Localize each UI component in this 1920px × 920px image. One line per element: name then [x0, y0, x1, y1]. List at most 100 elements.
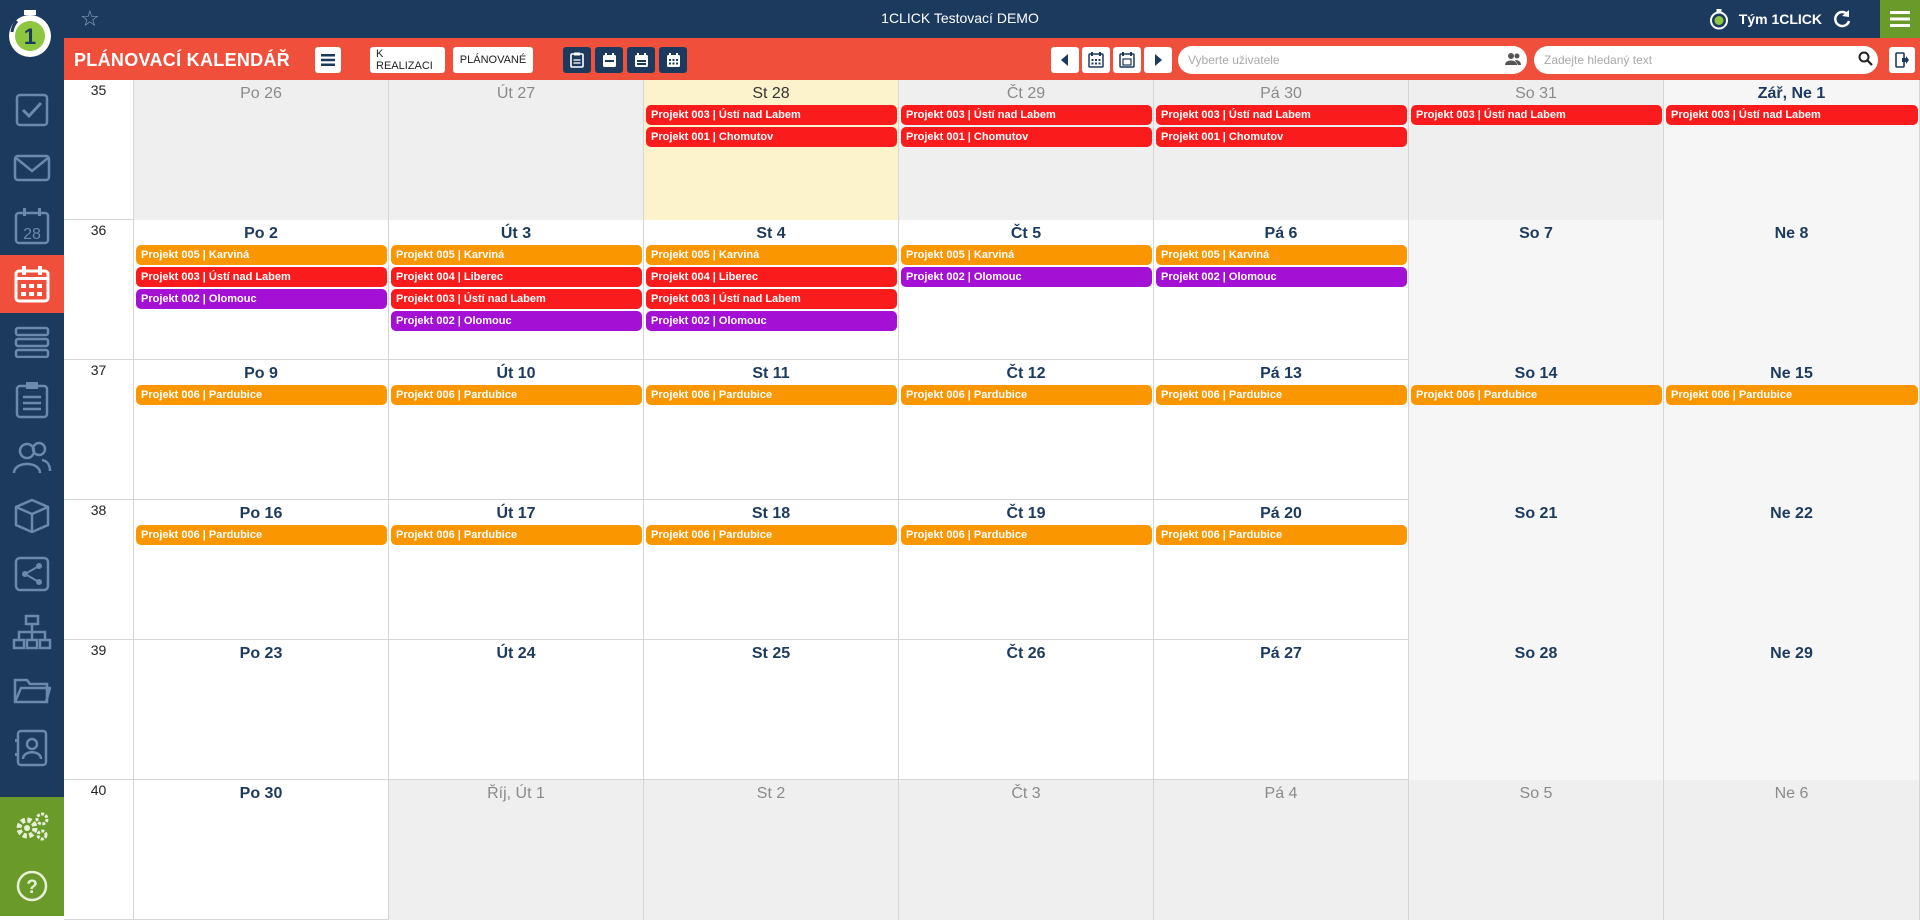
day-label[interactable]: St 4: [644, 220, 898, 245]
calendar-event[interactable]: Projekt 003 | Ústí nad Labem: [646, 289, 897, 309]
calendar-event[interactable]: Projekt 001 | Chomutov: [1156, 127, 1407, 147]
calendar-event[interactable]: Projekt 003 | Ústí nad Labem: [1411, 105, 1662, 125]
search-input[interactable]: [1534, 46, 1878, 74]
day-cell[interactable]: Čt 29 Projekt 003 | Ústí nad Labem Projekt…: [899, 80, 1154, 220]
calendar-event[interactable]: Projekt 006 | Pardubice: [1156, 525, 1407, 545]
sidebar-item-products[interactable]: [0, 487, 64, 545]
day-label[interactable]: Zář, Ne 1: [1664, 80, 1919, 105]
sidebar-item-mail[interactable]: [0, 139, 64, 197]
calendar-event[interactable]: Projekt 006 | Pardubice: [646, 385, 897, 405]
team-label[interactable]: Tým 1CLICK: [1739, 11, 1822, 27]
refresh-icon[interactable]: [1832, 9, 1852, 29]
day-label[interactable]: Čt 5: [899, 220, 1153, 245]
sidebar-item-organization[interactable]: [0, 603, 64, 661]
calendar-event[interactable]: Projekt 006 | Pardubice: [136, 525, 387, 545]
hamburger-menu-button[interactable]: [1880, 0, 1920, 38]
view-week-button[interactable]: [627, 47, 655, 73]
day-label[interactable]: Po 26: [134, 80, 388, 105]
calendar-event[interactable]: Projekt 003 | Ústí nad Labem: [1666, 105, 1918, 125]
day-cell[interactable]: Ne 15 Projekt 006 | Pardubice: [1664, 360, 1920, 500]
day-label[interactable]: Pá 27: [1154, 640, 1408, 665]
view-month-button[interactable]: [659, 47, 687, 73]
day-cell[interactable]: So 28: [1409, 640, 1664, 780]
day-cell[interactable]: Ne 8: [1664, 220, 1920, 360]
calendar-event[interactable]: Projekt 002 | Olomouc: [391, 311, 642, 331]
day-cell[interactable]: So 31 Projekt 003 | Ústí nad Labem: [1409, 80, 1664, 220]
view-menu-button[interactable]: [315, 47, 341, 73]
day-cell[interactable]: Po 26: [134, 80, 389, 220]
day-cell[interactable]: Po 16 Projekt 006 | Pardubice: [134, 500, 389, 640]
day-label[interactable]: Ne 22: [1664, 500, 1919, 525]
day-cell[interactable]: St 4 Projekt 005 | Karviná Projekt 004 | L…: [644, 220, 899, 360]
day-label[interactable]: St 25: [644, 640, 898, 665]
day-cell[interactable]: Po 9 Projekt 006 | Pardubice: [134, 360, 389, 500]
team-switcher[interactable]: Tým 1CLICK: [1709, 7, 1852, 31]
day-cell[interactable]: Pá 27: [1154, 640, 1409, 780]
calendar-event[interactable]: Projekt 006 | Pardubice: [646, 525, 897, 545]
day-cell[interactable]: Čt 19 Projekt 006 | Pardubice: [899, 500, 1154, 640]
day-cell[interactable]: Po 30: [134, 780, 389, 920]
favorite-star-icon[interactable]: ☆: [80, 6, 100, 32]
calendar-event[interactable]: Projekt 002 | Olomouc: [646, 311, 897, 331]
day-cell[interactable]: Pá 4: [1154, 780, 1409, 920]
day-cell[interactable]: Ne 6: [1664, 780, 1920, 920]
filter-k-realizaci-button[interactable]: K REALIZACI: [370, 47, 445, 73]
day-label[interactable]: Út 24: [389, 640, 643, 665]
sidebar-item-calendar[interactable]: 28: [0, 197, 64, 255]
day-cell[interactable]: Ne 22: [1664, 500, 1920, 640]
calendar-event[interactable]: Projekt 001 | Chomutov: [646, 127, 897, 147]
calendar-event[interactable]: Projekt 005 | Karviná: [136, 245, 387, 265]
day-label[interactable]: St 11: [644, 360, 898, 385]
day-label[interactable]: Pá 6: [1154, 220, 1408, 245]
day-cell[interactable]: Čt 5 Projekt 005 | Karviná Projekt 002 | O…: [899, 220, 1154, 360]
day-label[interactable]: Čt 26: [899, 640, 1153, 665]
day-label[interactable]: Čt 29: [899, 80, 1153, 105]
date-picker-button[interactable]: [1113, 47, 1141, 73]
previous-button[interactable]: [1051, 47, 1079, 73]
calendar-event[interactable]: Projekt 004 | Liberec: [391, 267, 642, 287]
day-cell[interactable]: St 18 Projekt 006 | Pardubice: [644, 500, 899, 640]
day-cell[interactable]: Út 10 Projekt 006 | Pardubice: [389, 360, 644, 500]
app-logo[interactable]: 1: [0, 0, 64, 80]
day-cell[interactable]: Ne 29: [1664, 640, 1920, 780]
calendar-event[interactable]: Projekt 003 | Ústí nad Labem: [136, 267, 387, 287]
calendar-event[interactable]: Projekt 006 | Pardubice: [901, 525, 1152, 545]
stopwatch-icon[interactable]: [1709, 8, 1729, 30]
day-label[interactable]: Pá 30: [1154, 80, 1408, 105]
day-label[interactable]: St 28: [644, 80, 898, 105]
sidebar-item-clipboard[interactable]: [0, 371, 64, 429]
day-label[interactable]: So 5: [1409, 780, 1663, 805]
calendar-event[interactable]: Projekt 003 | Ústí nad Labem: [1156, 105, 1407, 125]
day-label[interactable]: Ne 8: [1664, 220, 1919, 245]
day-cell[interactable]: So 21: [1409, 500, 1664, 640]
calendar-event[interactable]: Projekt 005 | Karviná: [901, 245, 1152, 265]
day-cell[interactable]: Pá 20 Projekt 006 | Pardubice: [1154, 500, 1409, 640]
calendar-event[interactable]: Projekt 004 | Liberec: [646, 267, 897, 287]
day-label[interactable]: St 18: [644, 500, 898, 525]
calendar-event[interactable]: Projekt 006 | Pardubice: [1666, 385, 1918, 405]
day-cell[interactable]: Út 27: [389, 80, 644, 220]
sidebar-item-users[interactable]: [0, 429, 64, 487]
day-label[interactable]: So 7: [1409, 220, 1663, 245]
sidebar-item-list[interactable]: [0, 313, 64, 371]
next-button[interactable]: [1144, 47, 1172, 73]
day-label[interactable]: Pá 20: [1154, 500, 1408, 525]
calendar-event[interactable]: Projekt 003 | Ústí nad Labem: [391, 289, 642, 309]
calendar-event[interactable]: Projekt 001 | Chomutov: [901, 127, 1152, 147]
day-cell[interactable]: Út 3 Projekt 005 | Karviná Projekt 004 | L…: [389, 220, 644, 360]
day-label[interactable]: Po 9: [134, 360, 388, 385]
day-label[interactable]: Pá 13: [1154, 360, 1408, 385]
sidebar-item-settings[interactable]: [0, 797, 64, 855]
day-cell[interactable]: St 2: [644, 780, 899, 920]
export-button[interactable]: [1889, 47, 1915, 73]
sidebar-item-contacts[interactable]: [0, 719, 64, 777]
calendar-event[interactable]: Projekt 006 | Pardubice: [391, 385, 642, 405]
search-icon[interactable]: [1858, 51, 1873, 66]
day-cell[interactable]: St 25: [644, 640, 899, 780]
day-label[interactable]: Út 27: [389, 80, 643, 105]
users-select-icon[interactable]: [1505, 52, 1521, 66]
day-cell[interactable]: Čt 3: [899, 780, 1154, 920]
sidebar-item-share[interactable]: [0, 545, 64, 603]
day-label[interactable]: St 2: [644, 780, 898, 805]
sidebar-item-help[interactable]: ?: [0, 857, 64, 915]
